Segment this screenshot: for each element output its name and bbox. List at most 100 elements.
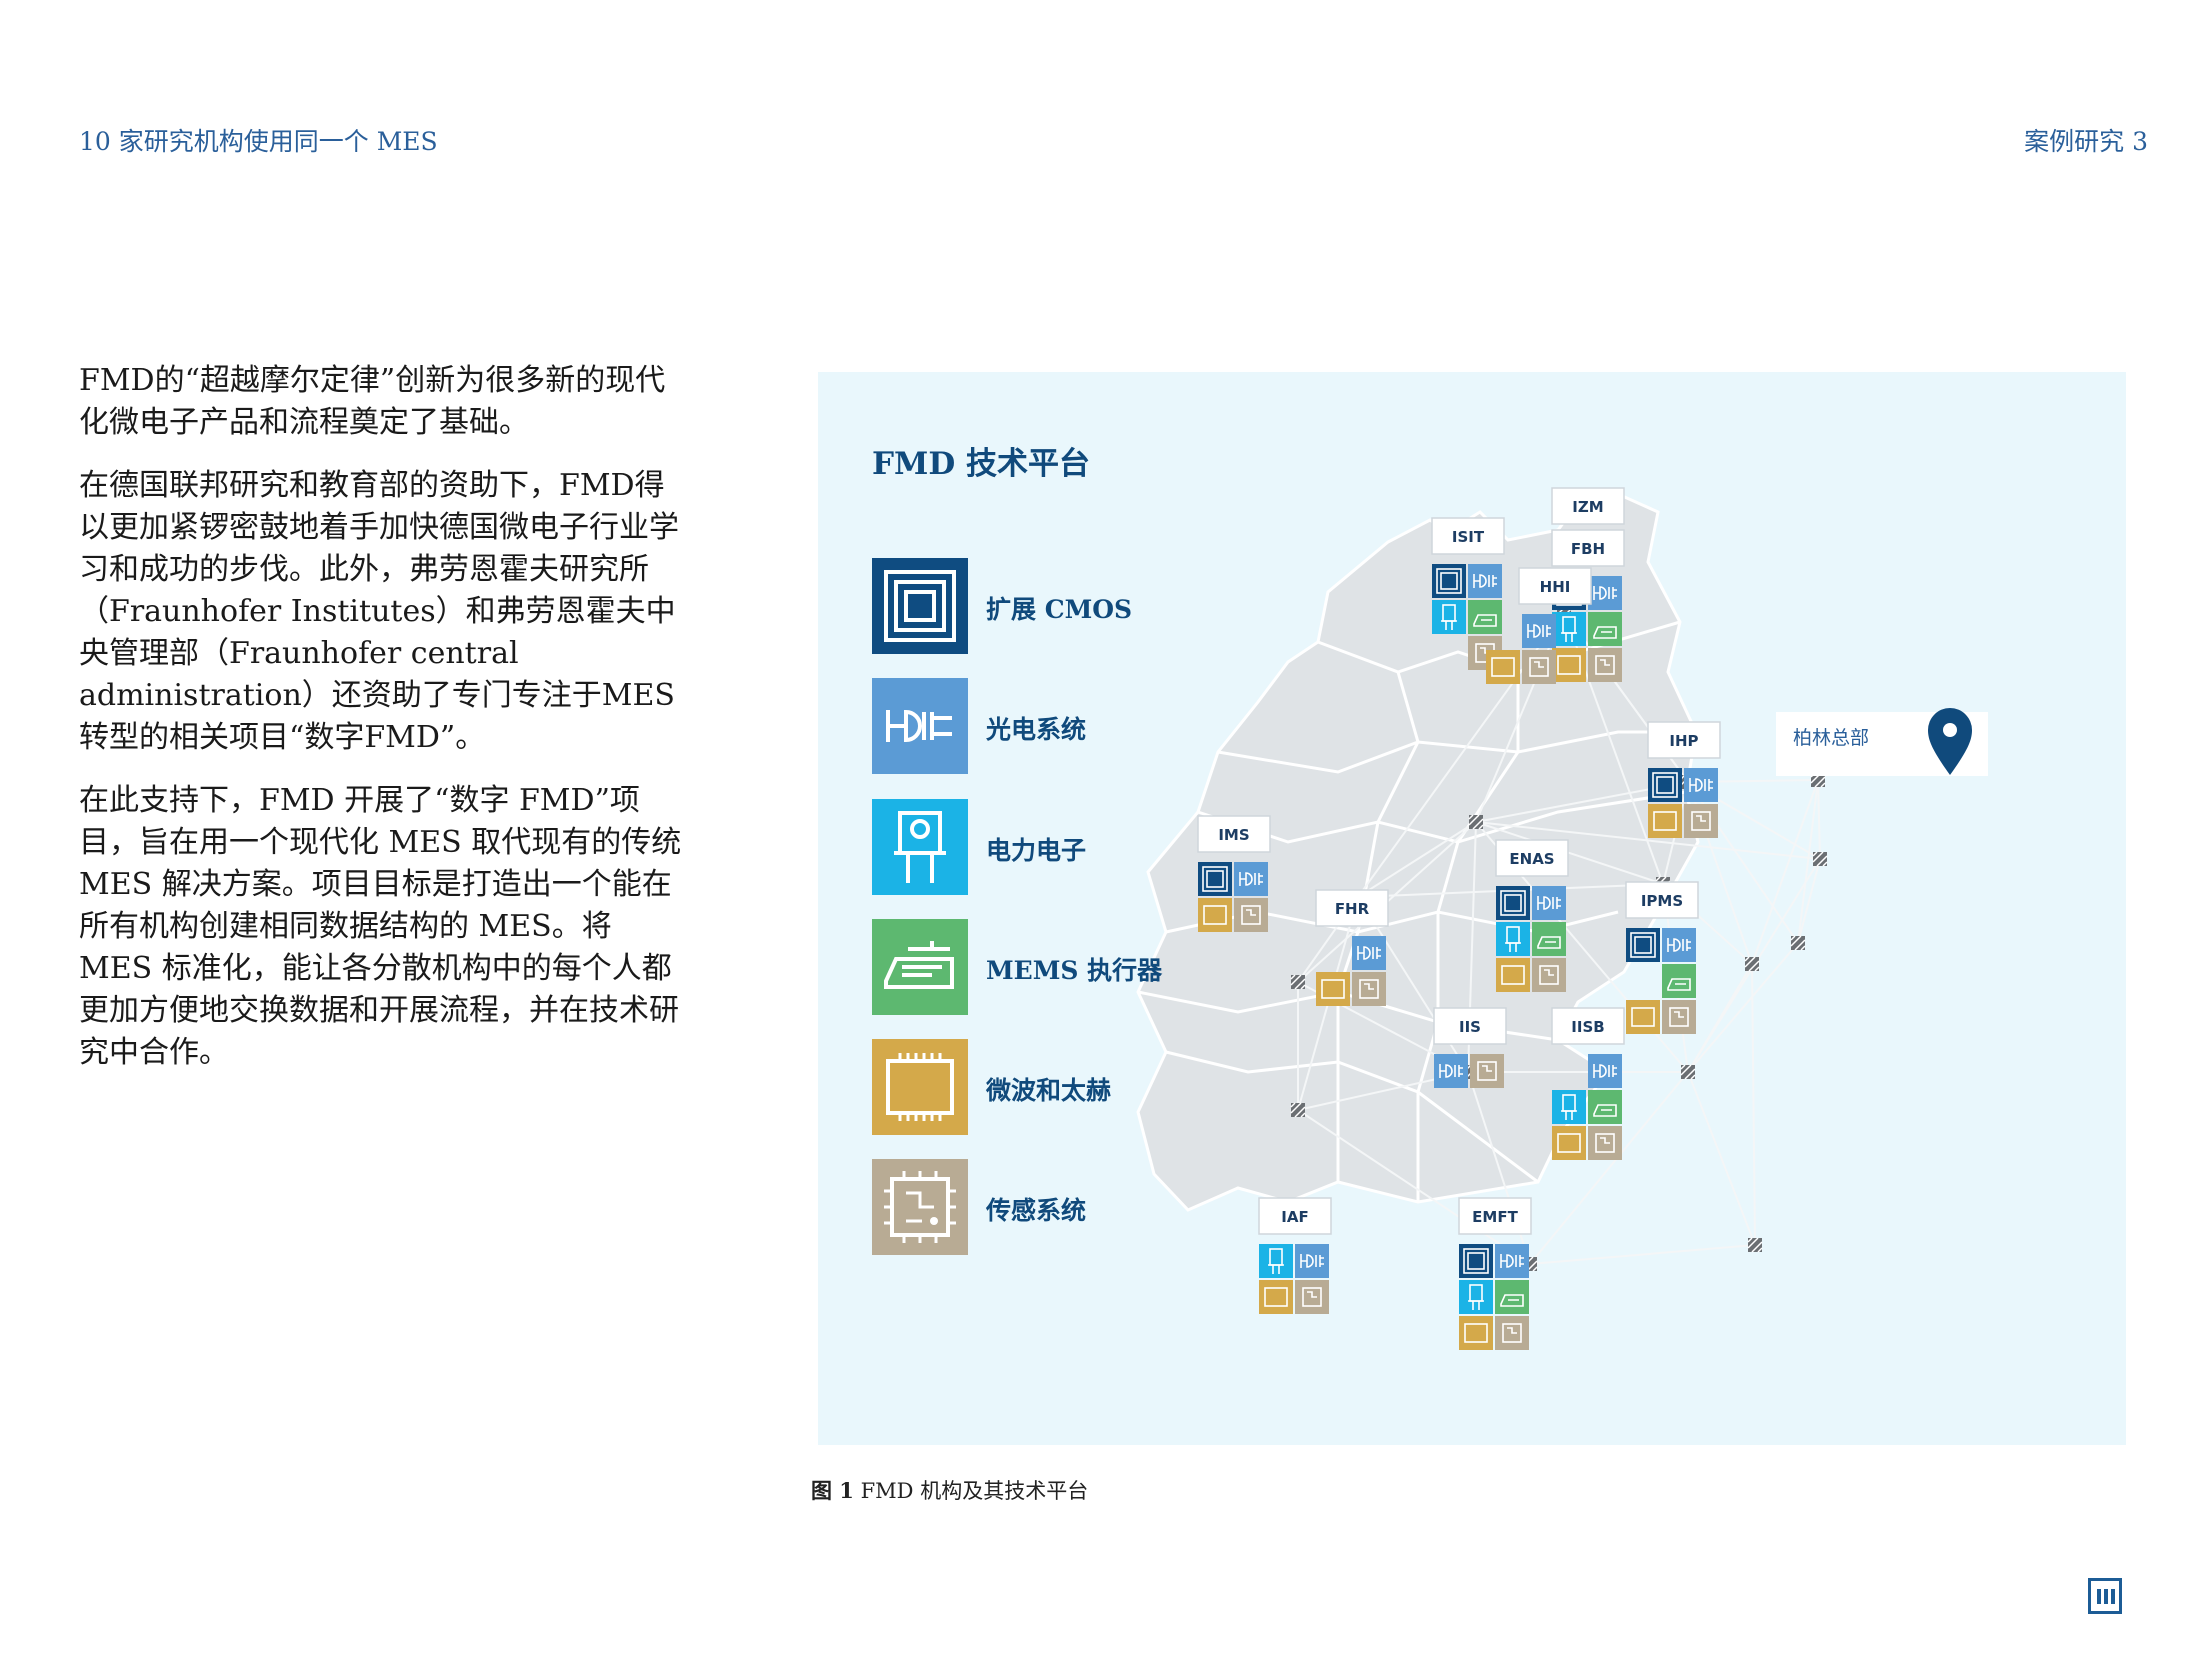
caption-prefix: 图 1 <box>811 1478 854 1503</box>
institute-label: IISB <box>1571 1018 1604 1036</box>
platform-tile-opto <box>1684 768 1718 802</box>
hq-callout: 柏林总部 <box>1776 708 1988 776</box>
platform-tile-opto <box>1434 1054 1468 1088</box>
platform-tile-power <box>1552 1090 1586 1124</box>
legend-label: 电力电子 <box>986 836 1087 865</box>
legend-label: 传感系统 <box>986 1196 1087 1225</box>
microwave-chip-icon <box>872 1039 968 1135</box>
brand-logo-icon <box>2088 1578 2122 1614</box>
platform-tile-mems <box>1468 600 1502 634</box>
network-node <box>1744 956 1760 972</box>
network-line <box>1687 1071 1756 1246</box>
platform-tile-sens <box>1684 804 1718 838</box>
institute-label: EMFT <box>1472 1208 1518 1226</box>
platform-tile-sens <box>1662 1000 1696 1034</box>
institute-label: IAF <box>1281 1208 1308 1226</box>
institute-label: FHR <box>1335 900 1370 918</box>
network-line <box>1797 858 1821 944</box>
legend-item-micro: 微波和太赫 <box>872 1039 1272 1135</box>
platform-tile-micro <box>1552 648 1586 682</box>
institute-label: ENAS <box>1509 850 1554 868</box>
figure-panel: 柏林总部 IZM FBH ISIT HHI IHP IMS FHR ENAS IPMS IIS IIS… <box>818 372 2126 1445</box>
paragraph-3: 在此支持下，FMD 开展了“数字 FMD”项目，旨在用一个现代化 MES 取代现… <box>79 783 682 1070</box>
platform-tile-power <box>1459 1280 1493 1314</box>
hq-label: 柏林总部 <box>1793 727 1869 749</box>
platform-tile-mems <box>1588 1090 1622 1124</box>
network-line <box>1751 963 1756 1246</box>
caption-text: FMD 机构及其技术平台 <box>853 1479 1089 1503</box>
platform-tile-micro <box>1648 804 1682 838</box>
platform-tile-opto <box>1522 614 1556 648</box>
institute-enas: ENAS <box>1495 839 1569 992</box>
platform-tile-opto <box>1662 928 1696 962</box>
network-line <box>1751 779 1819 965</box>
platform-tile-power <box>1496 922 1530 956</box>
header-document-title: 10 家研究机构使用同一个 MES <box>79 127 438 156</box>
platform-tile-mems <box>1662 964 1696 998</box>
platform-tile-micro <box>1496 958 1530 992</box>
legend-label: 扩展 CMOS <box>986 595 1133 624</box>
network-node <box>1290 1102 1306 1118</box>
institute-label: HHI <box>1540 578 1571 596</box>
network-node <box>1468 814 1484 830</box>
platform-tile-power <box>1552 612 1586 646</box>
network-node <box>1812 851 1828 867</box>
legend-label: 光电系统 <box>986 715 1087 744</box>
header-section-page: 案例研究 3 <box>2024 127 2148 156</box>
network-line <box>1529 1244 1756 1265</box>
network-line <box>1817 779 1821 860</box>
platform-tile-cmos <box>1626 928 1660 962</box>
platform-tile-mems <box>1495 1280 1529 1314</box>
network-node <box>1290 974 1306 990</box>
platform-tile-cmos <box>1496 886 1530 920</box>
platform-tile-sens <box>1588 1126 1622 1160</box>
platform-tile-opto <box>1295 1244 1329 1278</box>
mems-actuator-icon <box>872 919 968 1015</box>
platform-tile-sens <box>1532 958 1566 992</box>
legend-item-mems: MEMS 执行器 <box>872 919 1272 1015</box>
legend-item-opto: 光电系统 <box>872 678 1272 774</box>
institute-ihp: IHP <box>1647 721 1721 838</box>
optoelectronic-icon <box>872 678 968 774</box>
legend-item-power: 电力电子 <box>872 799 1272 895</box>
chip-outline-icon <box>872 558 968 654</box>
network-node <box>1747 1237 1763 1253</box>
platform-tile-sens <box>1522 650 1556 684</box>
network-node <box>1790 935 1806 951</box>
platform-tile-sens <box>1352 972 1386 1006</box>
institute-fbh: FBH <box>1551 529 1625 682</box>
platform-tile-sens <box>1495 1316 1529 1350</box>
platform-tile-cmos <box>1432 564 1466 598</box>
platform-tile-opto <box>1468 564 1502 598</box>
institute-label: IIS <box>1459 1018 1481 1036</box>
legend-label: 微波和太赫 <box>986 1076 1112 1105</box>
platform-tile-sens <box>1470 1054 1504 1088</box>
platform-tile-micro <box>1552 1126 1586 1160</box>
legend-item-cmos: 扩展 CMOS <box>872 558 1272 654</box>
germany-map: 柏林总部IZMFBHISITHHIIHPIMSFHRENASIPMSIIS IIS… <box>1136 487 1988 1350</box>
platform-tile-opto <box>1532 886 1566 920</box>
platform-tile-opto <box>1352 936 1386 970</box>
body-text: FMD的“超越摩尔定律”创新为很多新的现代化微电子产品和流程奠定了基础。 在德国… <box>79 360 689 1095</box>
paragraph-1: FMD的“超越摩尔定律”创新为很多新的现代化微电子产品和流程奠定了基础。 <box>79 363 666 440</box>
platform-tile-micro <box>1259 1280 1293 1314</box>
platform-tile-sens <box>1588 648 1622 682</box>
sensor-circuit-icon <box>872 1159 968 1255</box>
network-line <box>1687 942 1799 1073</box>
paragraph-2: 在德国联邦研究和教育部的资助下，FMD得以更加紧锣密鼓地着手加快德国微电子行业学… <box>79 468 679 755</box>
institute-ipms: IPMS <box>1625 881 1699 1034</box>
platform-tile-cmos <box>1648 768 1682 802</box>
platform-tile-sens <box>1295 1280 1329 1314</box>
platform-tile-micro <box>1316 972 1350 1006</box>
platform-tile-mems <box>1532 922 1566 956</box>
network-node <box>1680 1064 1696 1080</box>
network-line <box>1687 963 1753 1073</box>
institute-izm: IZM <box>1551 487 1625 525</box>
legend-item-sens: 传感系统 <box>872 1159 1272 1255</box>
figure-caption: 图 1 FMD 机构及其技术平台 <box>811 1475 1088 1505</box>
institute-label: IPMS <box>1641 892 1683 910</box>
legend-label: MEMS 执行器 <box>986 956 1163 985</box>
figure-title: FMD 技术平台 <box>872 446 1090 482</box>
platform-tile-opto <box>1588 576 1622 610</box>
platform-tile-opto <box>1588 1054 1622 1088</box>
